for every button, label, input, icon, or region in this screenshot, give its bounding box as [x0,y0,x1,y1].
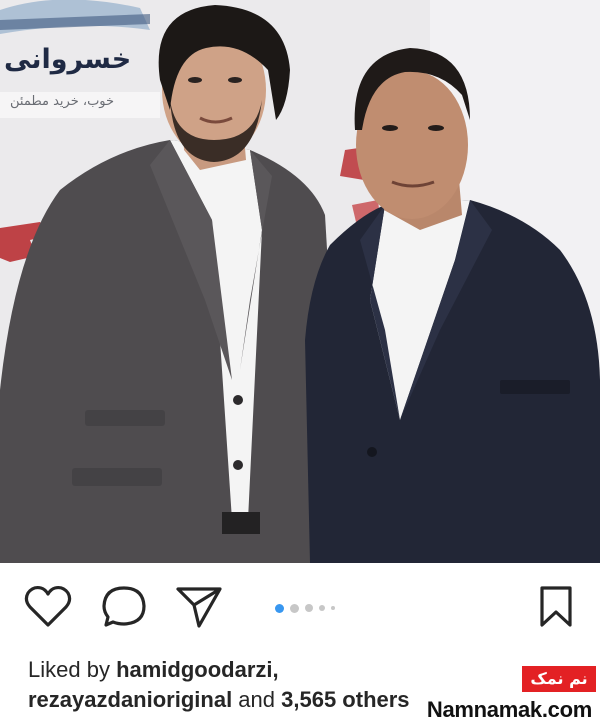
banner-logo-text: خسروانی [4,44,132,75]
watermark-badge: نم نمک [522,666,596,692]
carousel-dot [319,605,325,611]
liked-by-label: Liked by [28,657,117,682]
carousel-indicator [275,602,335,614]
likes-count-link[interactable]: 3,565 [281,687,336,712]
photo-scene [0,0,600,563]
comment-button[interactable] [100,585,148,629]
liker-username-link[interactable]: rezayazdanioriginal [28,687,232,712]
likes-separator: , [272,657,279,682]
likes-and-label: and [232,687,282,712]
banner-subtitle: خوب، خرید مطمئن [10,94,115,109]
watermark-site: Namnamak.com [426,697,592,722]
likes-others-label[interactable]: others [336,687,409,712]
comment-icon [102,586,146,627]
carousel-dot [275,603,284,613]
save-button[interactable] [538,585,574,629]
likes-line-1: Liked by hamidgoodarzi, [28,655,588,685]
liker-username-link[interactable]: hamidgoodarzi [116,657,272,682]
bookmark-icon [540,586,572,627]
paper-plane-icon [176,587,222,628]
carousel-dot [290,603,299,613]
share-button[interactable] [175,585,223,629]
post-photo[interactable]: خسروانی خوب، خرید مطمئن [0,0,600,563]
post-actions-bar [0,563,600,655]
carousel-dot [305,604,313,612]
like-button[interactable] [24,585,72,629]
carousel-dot [331,606,335,610]
heart-icon [24,585,72,627]
